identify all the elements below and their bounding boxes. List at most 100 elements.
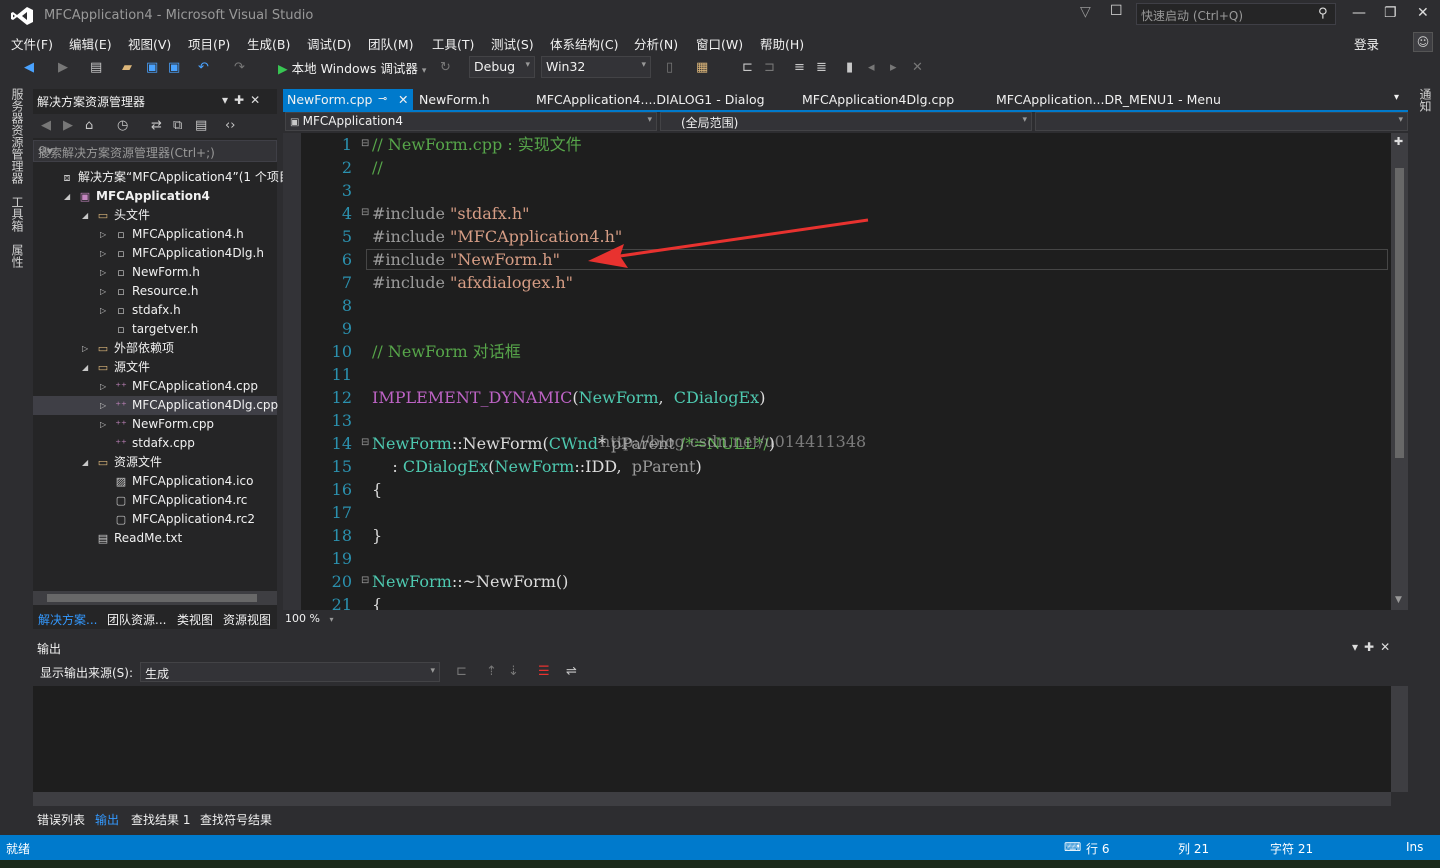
- menu-file[interactable]: 文件(F): [11, 34, 53, 53]
- menu-test[interactable]: 测试(S): [491, 34, 534, 53]
- show-all-files-icon[interactable]: ▤: [195, 118, 207, 133]
- menu-team[interactable]: 团队(M): [368, 34, 414, 53]
- scope-nav-select[interactable]: (全局范围) ▾: [660, 112, 1032, 131]
- tab-team-explorer[interactable]: 团队资源...: [107, 611, 166, 628]
- scroll-down-icon[interactable]: ▼: [1395, 595, 1402, 605]
- editor-vertical-scrollbar[interactable]: ✚ ▼: [1391, 133, 1408, 610]
- tree-item[interactable]: ⁺⁺ NewForm.cpp: [114, 415, 214, 434]
- collapse-all-icon[interactable]: ⧉: [173, 118, 182, 133]
- tab-output[interactable]: 输出: [95, 811, 119, 828]
- tree-item[interactable]: ⧈ 解决方案“MFCApplication4”(1 个项目): [60, 168, 296, 187]
- tree-item[interactable]: ▭ 资源文件: [96, 453, 162, 472]
- open-file-icon[interactable]: ▰: [122, 60, 132, 75]
- format-align-icon[interactable]: ⊐: [764, 60, 775, 75]
- menu-architecture[interactable]: 体系结构(C): [550, 34, 618, 53]
- save-all-icon[interactable]: ▣: [168, 60, 180, 75]
- prev-message-icon[interactable]: ⇡: [486, 664, 497, 679]
- indent-icon[interactable]: ≡: [794, 60, 805, 75]
- output-source-select[interactable]: 生成 ▾: [140, 662, 440, 682]
- clear-all-icon[interactable]: ☰: [538, 664, 550, 679]
- outdent-icon[interactable]: ≣: [816, 60, 827, 75]
- member-nav-select[interactable]: ▾: [1035, 112, 1408, 131]
- menu-edit[interactable]: 编辑(E): [69, 34, 112, 53]
- fold-toggle-icon[interactable]: ⊟: [361, 575, 369, 586]
- new-project-icon[interactable]: ▤: [90, 60, 102, 75]
- solution-horizontal-scrollbar[interactable]: [33, 591, 277, 605]
- server-explorer-tab[interactable]: 服务器资源管理器: [9, 88, 26, 184]
- menu-help[interactable]: 帮助(H): [760, 34, 804, 53]
- search-icon[interactable]: ⚲: [1318, 6, 1328, 21]
- tree-item[interactable]: ▣ MFCApplication4: [78, 187, 210, 206]
- tree-item[interactable]: ▢ MFCApplication4.rc2: [114, 510, 255, 529]
- find-message-icon[interactable]: ⊏: [456, 664, 467, 679]
- menu-build[interactable]: 生成(B): [247, 34, 290, 53]
- tree-item[interactable]: ▫ MFCApplication4.h: [114, 225, 243, 244]
- expand-arrow-icon[interactable]: ▷: [100, 249, 106, 258]
- tree-item[interactable]: ⁺⁺ MFCApplication4Dlg.cpp: [114, 396, 278, 415]
- solution-search-input[interactable]: 搜索解决方案资源管理器(Ctrl+;) ⚲▾: [33, 140, 277, 162]
- tree-item[interactable]: ▫ stdafx.h: [114, 301, 180, 320]
- forward-icon[interactable]: ▶: [63, 118, 73, 133]
- clear-bookmarks-icon[interactable]: ✕: [912, 60, 923, 75]
- attach-icon[interactable]: ▯: [666, 60, 673, 75]
- back-icon[interactable]: ◀: [41, 118, 51, 133]
- prev-bookmark-icon[interactable]: ◂: [868, 60, 875, 75]
- tree-item[interactable]: ▫ Resource.h: [114, 282, 198, 301]
- toolbox-tab[interactable]: 工具箱: [9, 196, 26, 232]
- project-nav-select[interactable]: ▣ MFCApplication4 ▾: [285, 112, 657, 131]
- collapse-arrow-icon[interactable]: ◢: [82, 458, 88, 467]
- tab-menu[interactable]: MFCApplication...DR_MENU1 - Menu: [996, 92, 1221, 107]
- tree-item[interactable]: ▭ 头文件: [96, 206, 150, 225]
- panel-window-buttons[interactable]: ▾✚✕: [1352, 640, 1396, 654]
- close-tab-icon[interactable]: ✕: [398, 92, 408, 107]
- expand-arrow-icon[interactable]: ▷: [100, 268, 106, 277]
- next-message-icon[interactable]: ⇣: [508, 664, 519, 679]
- feedback-icon[interactable]: ☐: [1110, 3, 1123, 19]
- pin-icon[interactable]: ⊸: [378, 92, 387, 105]
- tree-item[interactable]: ▢ MFCApplication4.rc: [114, 491, 248, 510]
- filter-icon[interactable]: ▽: [1080, 4, 1091, 20]
- tab-newform-cpp[interactable]: NewForm.cpp: [287, 92, 372, 107]
- save-icon[interactable]: ▣: [146, 60, 158, 75]
- tab-resource-view[interactable]: 资源视图: [223, 611, 271, 628]
- tree-item[interactable]: ⁺⁺ MFCApplication4.cpp: [114, 377, 258, 396]
- menu-window[interactable]: 窗口(W): [696, 34, 743, 53]
- tab-dlg-cpp[interactable]: MFCApplication4Dlg.cpp: [802, 92, 954, 107]
- expand-arrow-icon[interactable]: ▷: [100, 420, 106, 429]
- tree-item[interactable]: ▫ MFCApplication4Dlg.h: [114, 244, 264, 263]
- collapse-arrow-icon[interactable]: ◢: [82, 211, 88, 220]
- expand-arrow-icon[interactable]: ▷: [100, 382, 106, 391]
- close-button[interactable]: ✕: [1417, 5, 1429, 21]
- panel-window-buttons[interactable]: ▾✚✕: [222, 93, 266, 107]
- history-icon[interactable]: ◷: [117, 118, 128, 133]
- code-view-icon[interactable]: ‹›: [225, 118, 235, 133]
- tree-item[interactable]: ⁺⁺ stdafx.cpp: [114, 434, 195, 453]
- scroll-thumb[interactable]: [47, 594, 257, 602]
- tab-overflow-icon[interactable]: ▾: [1394, 92, 1399, 103]
- word-wrap-icon[interactable]: ⇌: [566, 664, 577, 679]
- menu-analyze[interactable]: 分析(N): [634, 34, 678, 53]
- output-text-area[interactable]: [33, 686, 1391, 792]
- menu-tools[interactable]: 工具(T): [432, 34, 474, 53]
- account-icon[interactable]: ☺: [1413, 32, 1433, 52]
- redo-icon[interactable]: ↷: [234, 60, 245, 75]
- expand-arrow-icon[interactable]: ▷: [100, 401, 106, 410]
- tab-dialog[interactable]: MFCApplication4....DIALOG1 - Dialog: [536, 92, 765, 107]
- tab-newform-h[interactable]: NewForm.h: [419, 92, 490, 107]
- collapse-arrow-icon[interactable]: ◢: [64, 192, 70, 201]
- output-horizontal-scrollbar[interactable]: [33, 792, 1391, 806]
- fold-toggle-icon[interactable]: ⊟: [361, 207, 369, 218]
- find-in-files-icon[interactable]: ▦: [696, 60, 708, 75]
- tab-class-view[interactable]: 类视图: [177, 611, 213, 628]
- start-debugging-button[interactable]: ▶ 本地 Windows 调试器 ▾: [278, 58, 426, 77]
- tree-item[interactable]: ▫ targetver.h: [114, 320, 198, 339]
- tree-item[interactable]: ▨ MFCApplication4.ico: [114, 472, 254, 491]
- back-icon[interactable]: ◀: [24, 60, 34, 75]
- configuration-select[interactable]: Debug ▾: [469, 56, 535, 78]
- login-link[interactable]: 登录: [1354, 34, 1379, 53]
- tab-find-symbol-results[interactable]: 查找符号结果: [200, 811, 272, 828]
- menu-project[interactable]: 项目(P): [188, 34, 230, 53]
- scroll-thumb[interactable]: [1395, 168, 1404, 458]
- refresh-icon[interactable]: ↻: [440, 60, 451, 75]
- expand-arrow-icon[interactable]: ▷: [100, 230, 106, 239]
